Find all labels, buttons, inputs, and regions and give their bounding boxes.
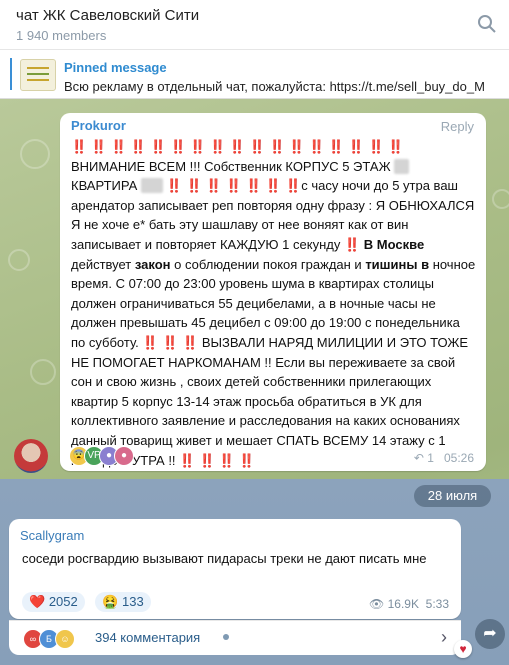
- message-text-part: ВНИМАНИЕ ВСЕМ !!! Собственник КОРПУС 5 Э…: [71, 158, 391, 174]
- message-meta: ↶ 1 05:26: [414, 451, 474, 465]
- vomit-face-icon: 🤮: [102, 594, 119, 609]
- bold-text: закон: [134, 256, 171, 272]
- pinned-text: Всю рекламу в отдельный чат, пожалуйста:…: [64, 79, 485, 94]
- exclamation-emoji-group: ‼️ ‼️ ‼️ ‼️: [179, 452, 255, 468]
- chevron-right-icon[interactable]: ›: [441, 627, 447, 648]
- reaction-chip-heart[interactable]: ❤️ 2052: [22, 592, 85, 612]
- date-separator: 28 июля: [414, 485, 491, 507]
- message-sender[interactable]: Prokuror: [71, 118, 126, 133]
- bold-text: тишины в: [365, 256, 430, 272]
- bold-text: В Москве: [363, 236, 425, 252]
- avatar[interactable]: [14, 439, 48, 473]
- message-bubble-prokuror[interactable]: Prokuror Reply ‼️ ‼️ ‼️ ‼️ ‼️ ‼️ ‼️ ‼️ ‼…: [60, 113, 486, 471]
- message-meta: 👁 16.9K 5:33: [369, 597, 449, 611]
- chat-header: чат ЖК Савеловский Сити 1 940 members: [0, 0, 509, 50]
- reaction-avatar: ●: [114, 446, 134, 466]
- reply-arrow-icon[interactable]: ↶: [414, 451, 424, 465]
- message-text-part: о соблюдении покоя граждан и: [174, 256, 362, 272]
- heart-icon: ♥: [454, 640, 472, 658]
- commenter-avatar: ☺: [55, 629, 75, 649]
- pinned-indicator: [10, 58, 12, 90]
- message-text: соседи росгвардию вызывают пидарасы трек…: [22, 551, 427, 566]
- message-text: ‼️ ‼️ ‼️ ‼️ ‼️ ‼️ ‼️ ‼️ ‼️ ‼️ ‼️ ‼️ ‼️ ‼…: [71, 137, 476, 470]
- message-sender[interactable]: Scallygram: [20, 528, 84, 543]
- reply-button[interactable]: Reply: [441, 119, 474, 134]
- reply-count[interactable]: 1: [427, 451, 434, 465]
- hidden-spoiler[interactable]: 000: [140, 178, 163, 194]
- reaction-chip-vomit[interactable]: 🤮 133: [95, 592, 151, 612]
- exclamation-emoji-group: ‼️ ‼️ ‼️ ‼️ ‼️ ‼️ ‼️: [166, 178, 302, 194]
- message-text-part: действует: [71, 256, 132, 272]
- eye-icon: 👁: [369, 597, 385, 611]
- member-count: 1 940 members: [16, 28, 107, 43]
- unread-dot: [223, 634, 229, 640]
- exclamation-emoji-group: ‼️ ‼️ ‼️: [142, 334, 199, 350]
- pinned-message-bar[interactable]: Pinned message Всю рекламу в отдельный ч…: [0, 50, 509, 99]
- pinned-title: Pinned message: [64, 60, 167, 75]
- exclamation-emoji-group: ‼️: [343, 236, 361, 252]
- reaction-count: 133: [122, 594, 144, 609]
- message-bubble-scallygram[interactable]: Scallygram соседи росгвардию вызывают пи…: [9, 519, 461, 619]
- view-count: 16.9K: [387, 597, 419, 611]
- comments-bar[interactable]: ∞ Б ☺ 394 комментария ›: [9, 620, 461, 655]
- hidden-spoiler[interactable]: 13: [394, 158, 409, 174]
- chat-title[interactable]: чат ЖК Савеловский Сити: [16, 7, 199, 24]
- heart-icon: ❤️: [29, 594, 46, 609]
- pinned-thumbnail: [20, 59, 56, 91]
- share-arrow-icon[interactable]: ➦: [475, 619, 505, 649]
- exclamation-emoji-row: ‼️ ‼️ ‼️ ‼️ ‼️ ‼️ ‼️ ‼️ ‼️ ‼️ ‼️ ‼️ ‼️ ‼…: [71, 139, 404, 154]
- reaction-chips: ❤️ 2052 🤮 133: [22, 592, 157, 612]
- message-time: 5:33: [425, 597, 449, 611]
- message-time: 05:26: [443, 451, 474, 465]
- comments-count[interactable]: 394 комментария: [95, 630, 200, 645]
- message-text-part: КВАРТИРА: [71, 178, 138, 194]
- search-icon[interactable]: [477, 14, 497, 34]
- chat-area: Prokuror Reply ‼️ ‼️ ‼️ ‼️ ‼️ ‼️ ‼️ ‼️ ‼…: [0, 99, 509, 665]
- reaction-avatars[interactable]: 😨 VP ● ●: [69, 445, 134, 466]
- reaction-count: 2052: [48, 594, 78, 609]
